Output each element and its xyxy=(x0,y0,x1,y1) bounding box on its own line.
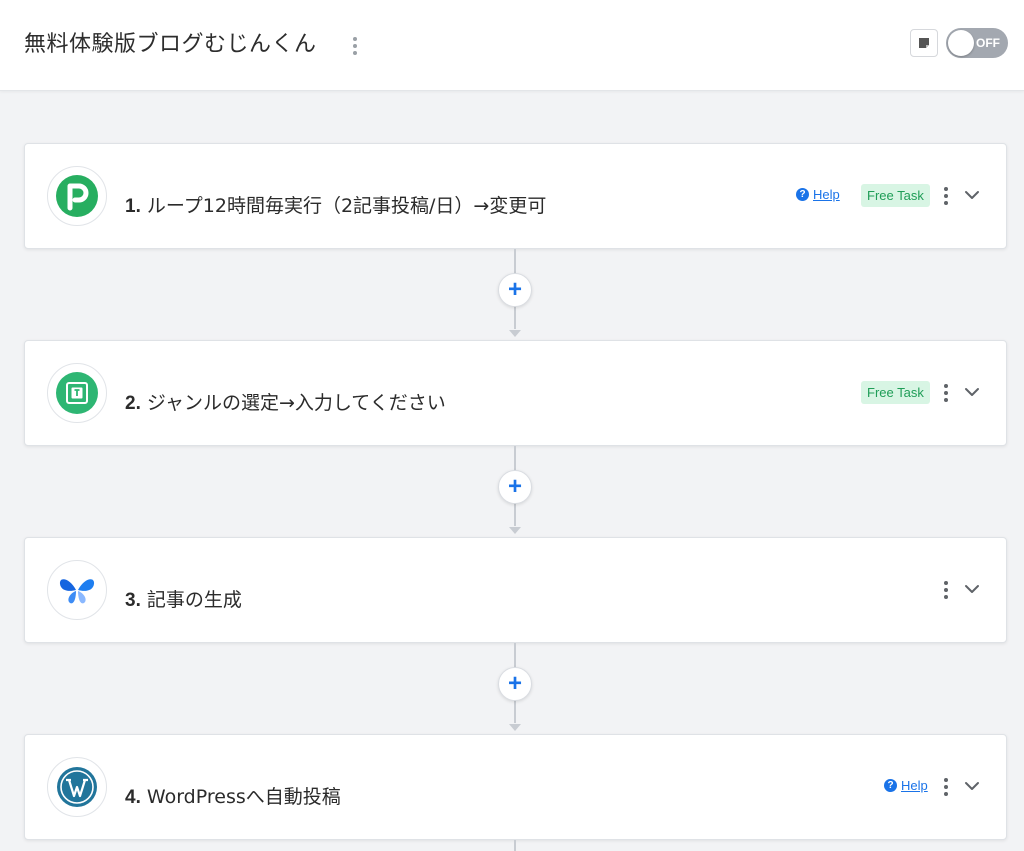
free-task-badge: Free Task xyxy=(861,184,930,207)
step-3-title[interactable]: 3. 記事の生成 xyxy=(125,585,242,612)
connector-line xyxy=(514,840,516,851)
memo-icon xyxy=(919,38,929,48)
step-name: ジャンルの選定→入力してください xyxy=(146,392,446,414)
step-name: ループ12時間毎実行（2記事投稿/日）→変更可 xyxy=(146,195,547,217)
step-number: 2. xyxy=(125,393,141,414)
step-1-app-icon-frame xyxy=(47,166,107,226)
toggle-knob xyxy=(948,30,974,56)
connector-arrow-icon xyxy=(509,724,521,731)
help-label: Help xyxy=(813,187,840,202)
step-1-title[interactable]: 1. ループ12時間毎実行（2記事投稿/日）→変更可 xyxy=(125,191,546,218)
step-2-app-icon-frame xyxy=(47,363,107,423)
help-question-icon: ? xyxy=(884,779,897,792)
step-2-title[interactable]: 2. ジャンルの選定→入力してください xyxy=(125,388,446,415)
wordpress-icon xyxy=(57,767,97,807)
add-step-button[interactable]: + xyxy=(498,470,532,504)
add-step-button[interactable]: + xyxy=(498,273,532,307)
step-3-app-icon-frame xyxy=(47,560,107,620)
free-task-badge: Free Task xyxy=(861,381,930,404)
step-4-title[interactable]: 4. WordPressへ自動投稿 xyxy=(125,782,341,809)
pabbly-p-icon xyxy=(56,175,98,217)
flow-title[interactable]: 無料体験版ブログむじんくん xyxy=(24,26,317,58)
step-3-chevron-down-icon[interactable] xyxy=(963,580,981,598)
step-card-3[interactable]: 3. 記事の生成 xyxy=(24,537,1007,643)
connector-arrow-icon xyxy=(509,330,521,337)
help-label: Help xyxy=(901,778,928,793)
step-4-kebab-icon[interactable] xyxy=(942,778,950,796)
connector-arrow-icon xyxy=(509,527,521,534)
flow-header: 無料体験版ブログむじんくん OFF xyxy=(0,0,1024,91)
step-card-1[interactable]: 1. ループ12時間毎実行（2記事投稿/日）→変更可 ? Help Free T… xyxy=(24,143,1007,249)
step-number: 1. xyxy=(125,196,141,217)
add-step-button[interactable]: + xyxy=(498,667,532,701)
help-question-icon: ? xyxy=(796,188,809,201)
step-4-help-link[interactable]: ? Help xyxy=(884,778,928,793)
step-3-kebab-icon[interactable] xyxy=(942,581,950,599)
step-1-chevron-down-icon[interactable] xyxy=(963,186,981,204)
step-card-2[interactable]: 2. ジャンルの選定→入力してください Free Task xyxy=(24,340,1007,446)
step-name: 記事の生成 xyxy=(146,589,242,611)
step-4-chevron-down-icon[interactable] xyxy=(963,777,981,795)
step-1-help-link[interactable]: ? Help xyxy=(796,187,840,202)
butterfly-icon xyxy=(59,579,95,604)
flow-menu-kebab-icon[interactable] xyxy=(351,37,359,55)
step-name: WordPressへ自動投稿 xyxy=(146,786,341,808)
step-number: 3. xyxy=(125,590,141,611)
step-4-app-icon-frame xyxy=(47,757,107,817)
toggle-label: OFF xyxy=(976,36,1000,50)
memo-button[interactable] xyxy=(910,29,938,57)
step-2-chevron-down-icon[interactable] xyxy=(963,383,981,401)
step-1-kebab-icon[interactable] xyxy=(942,187,950,205)
flow-on-off-toggle[interactable]: OFF xyxy=(946,28,1008,58)
step-card-4[interactable]: 4. WordPressへ自動投稿 ? Help xyxy=(24,734,1007,840)
text-input-icon xyxy=(56,372,98,414)
step-2-kebab-icon[interactable] xyxy=(942,384,950,402)
step-number: 4. xyxy=(125,787,141,808)
